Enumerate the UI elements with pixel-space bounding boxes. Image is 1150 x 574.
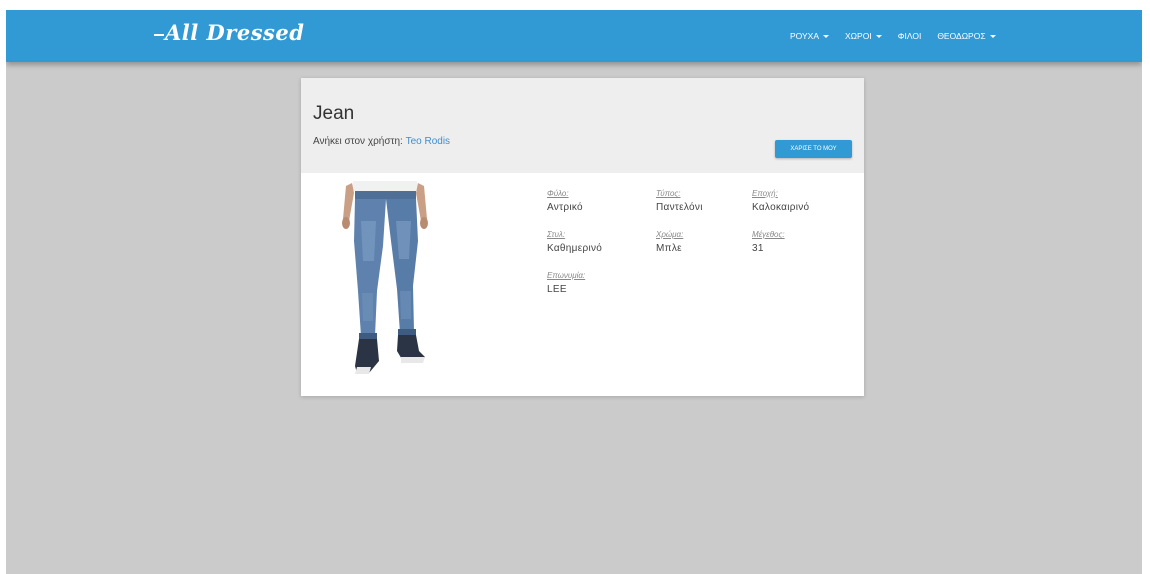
top-navbar: All Dressed ΡΟΥΧΑ ΧΩΡΟΙ ΦΙΛΟΙ ΘΕΟΔΩΡΟΣ [6, 10, 1142, 62]
attr-value: LEE [547, 284, 567, 295]
brand-logo[interactable]: All Dressed [154, 20, 304, 45]
nav-item-label: ΧΩΡΟΙ [845, 31, 872, 41]
item-card: Jean Ανήκει στον χρήστη: Teo Rodis ΧΑΡΙΣ… [301, 78, 864, 396]
attr-label: Μέγεθος: [752, 230, 785, 239]
caret-down-icon [875, 34, 882, 38]
logo-text: All Dressed [165, 20, 305, 45]
attr-label: Φύλο: [547, 189, 569, 198]
nav-item-user-menu[interactable]: ΘΕΟΔΩΡΟΣ [937, 31, 996, 41]
attr-gender: Φύλο: Αντρικό [547, 189, 583, 213]
nav-item-clothes[interactable]: ΡΟΥΧΑ [790, 31, 830, 41]
attr-value: Καθημερινό [547, 243, 603, 254]
attr-value: Αντρικό [547, 202, 583, 213]
nav-item-label: ΡΟΥΧΑ [790, 31, 820, 41]
attr-value: 31 [752, 243, 764, 254]
attr-value: Μπλε [656, 243, 682, 254]
attr-label: Στυλ: [547, 230, 566, 239]
attr-label: Επωνυμία: [547, 271, 586, 280]
attr-label: Χρώμα: [656, 230, 684, 239]
logo-dash [154, 33, 164, 36]
nav-item-spaces[interactable]: ΧΩΡΟΙ [845, 31, 882, 41]
owner-prefix: Ανήκει στον χρήστη: [313, 136, 403, 147]
jeans-image [321, 181, 461, 381]
attr-value: Παντελόνι [656, 202, 703, 213]
nav-item-label: ΘΕΟΔΩΡΟΣ [937, 31, 986, 41]
nav-menu: ΡΟΥΧΑ ΧΩΡΟΙ ΦΙΛΟΙ ΘΕΟΔΩΡΟΣ [790, 10, 1012, 62]
attr-style: Στυλ: Καθημερινό [547, 230, 602, 254]
attr-type: Τύπος: Παντελόνι [656, 189, 703, 213]
gift-it-button[interactable]: ΧΑΡΙΣΕ ΤΟ ΜΟΥ [775, 140, 852, 158]
item-card-header: Jean Ανήκει στον χρήστη: Teo Rodis ΧΑΡΙΣ… [301, 78, 864, 173]
attr-season: Εποχή: Καλοκαιρινό [752, 189, 809, 213]
attr-label: Τύπος: [656, 189, 681, 198]
nav-item-friends[interactable]: ΦΙΛΟΙ [898, 31, 922, 41]
attr-color: Χρώμα: Μπλε [656, 230, 683, 254]
attr-value: Καλοκαιρινό [752, 202, 810, 213]
caret-down-icon [989, 34, 996, 38]
caret-down-icon [823, 34, 830, 38]
owner-link[interactable]: Teo Rodis [406, 136, 450, 147]
attr-brand: Επωνυμία: LEE [547, 271, 585, 295]
attr-label: Εποχή: [752, 189, 778, 198]
owner-line: Ανήκει στον χρήστη: Teo Rodis [313, 136, 450, 147]
app-viewport: All Dressed ΡΟΥΧΑ ΧΩΡΟΙ ΦΙΛΟΙ ΘΕΟΔΩΡΟΣ J… [6, 10, 1142, 574]
attr-size: Μέγεθος: 31 [752, 230, 785, 254]
nav-item-label: ΦΙΛΟΙ [897, 31, 922, 41]
item-title: Jean [313, 103, 355, 124]
